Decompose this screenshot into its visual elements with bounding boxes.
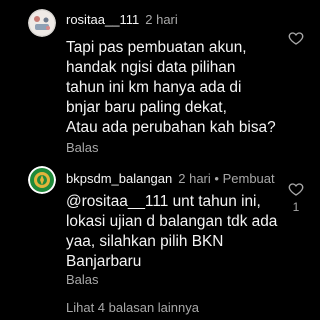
comment-line: yaa, silahkan pilih BKN bbox=[66, 233, 224, 250]
comment-time: 2 hari bbox=[178, 171, 211, 186]
author-badge: Pembuat bbox=[222, 171, 275, 186]
comment-line: Banjarbaru bbox=[66, 253, 142, 270]
heart-outline-icon bbox=[288, 32, 304, 45]
username[interactable]: bkpsdm_balangan bbox=[66, 171, 172, 186]
view-more-replies-link[interactable]: Lihat 4 balasan lainnya bbox=[66, 300, 199, 315]
like-button[interactable] bbox=[288, 30, 304, 46]
avatar[interactable] bbox=[28, 166, 56, 194]
comment-text: Tapi pas pembuatan akun, handak ngisi da… bbox=[66, 38, 276, 138]
heart-outline-icon bbox=[288, 183, 304, 196]
comment-time: 2 hari bbox=[145, 12, 178, 27]
avatar[interactable] bbox=[28, 9, 56, 37]
comment-line: bnjar baru paling dekat, bbox=[66, 99, 227, 116]
comment-meta: rositaa__111 2 hari bbox=[66, 12, 178, 27]
comment-line: Tapi pas pembuatan akun, bbox=[66, 39, 247, 56]
username[interactable]: rositaa__111 bbox=[66, 12, 139, 27]
like-button[interactable] bbox=[288, 181, 304, 197]
user-avatar-image bbox=[28, 9, 56, 37]
reply-button[interactable]: Balas bbox=[66, 140, 99, 155]
comment-line: Atau ada perubahan kah bisa? bbox=[66, 119, 276, 136]
like-count: 1 bbox=[292, 200, 300, 214]
comments-screen: rositaa__111 2 hari Tapi pas pembuatan ak… bbox=[0, 0, 320, 320]
bkpsdm-logo-icon bbox=[28, 166, 56, 194]
comment-text: @rositaa__111 unt tahun ini, lokasi ujia… bbox=[66, 192, 277, 272]
comment-line: handak ngisi data pilihan bbox=[66, 59, 236, 76]
comment-line: tahun ini km hanya ada di bbox=[66, 79, 242, 96]
meta-separator: • bbox=[214, 171, 219, 186]
reply-button[interactable]: Balas bbox=[66, 272, 99, 287]
comment-line: lokasi ujian d balangan tdk ada bbox=[66, 213, 278, 230]
comment-line: @rositaa__111 unt tahun ini, bbox=[66, 193, 261, 210]
comment-meta: bkpsdm_balangan 2 hari • Pembuat bbox=[66, 171, 275, 186]
